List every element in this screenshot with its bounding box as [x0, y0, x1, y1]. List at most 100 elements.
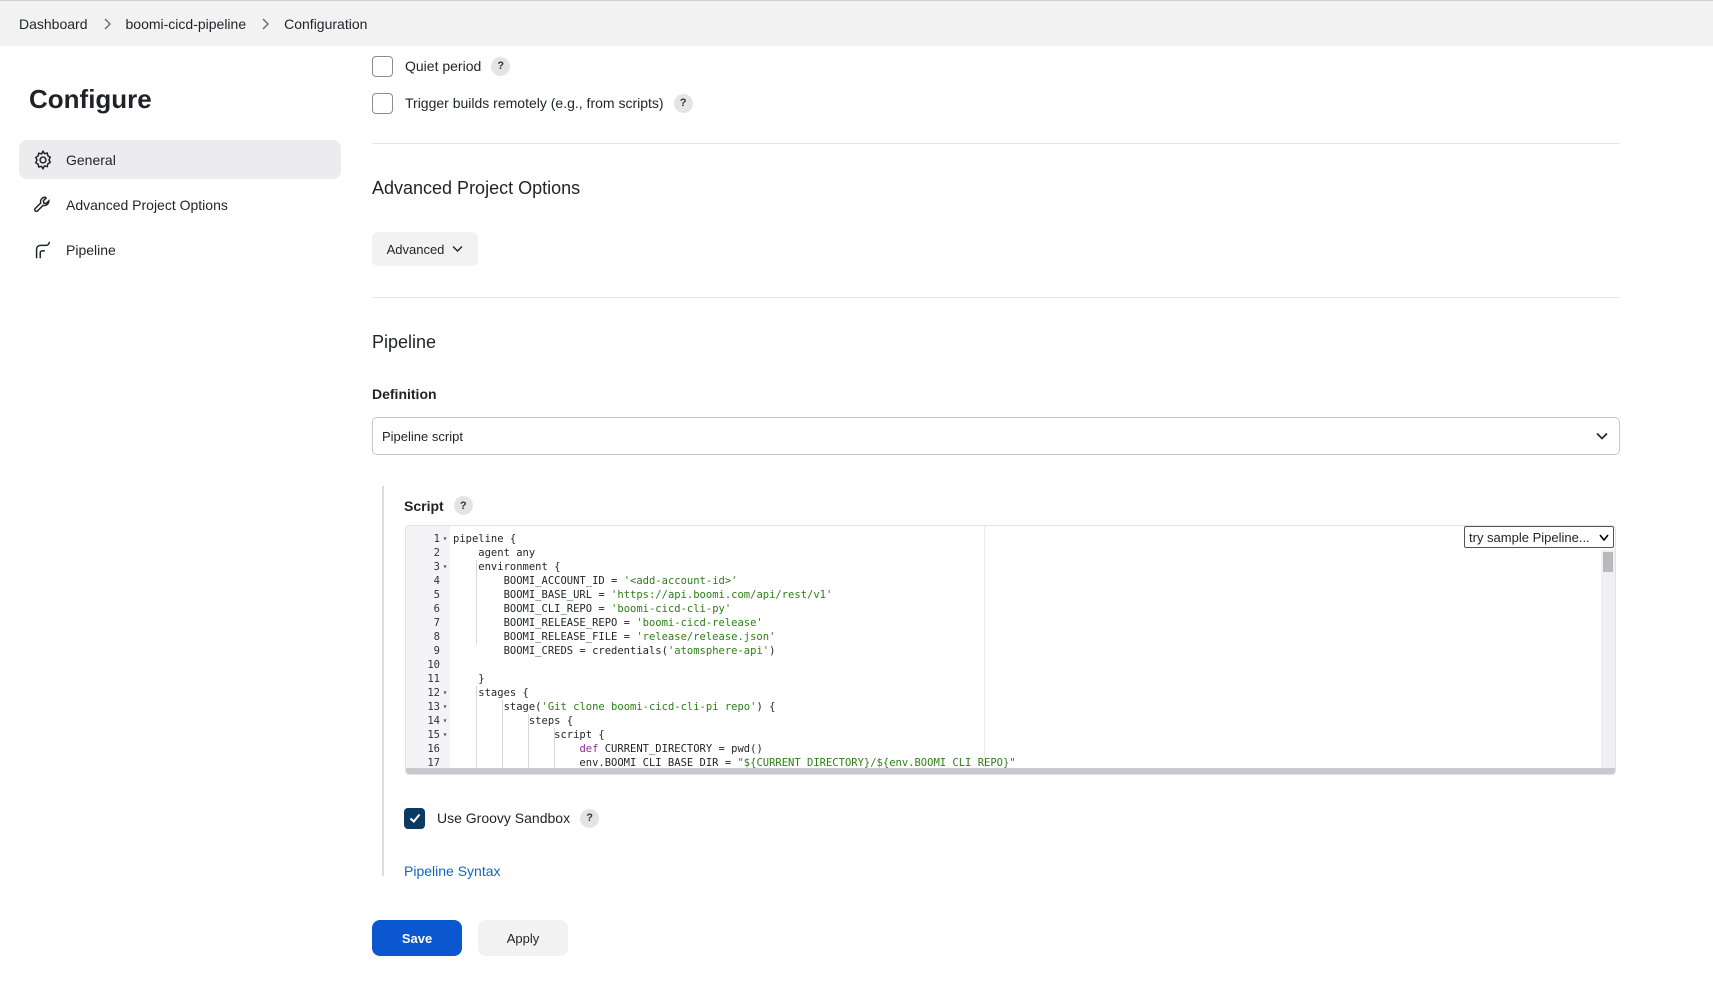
line-number: 6: [433, 603, 440, 615]
code-text: BOOMI_RELEASE_REPO = 'boomi-cicd-release…: [453, 617, 763, 629]
code-text: BOOMI_ACCOUNT_ID = '<add-account-id>': [453, 575, 738, 587]
line-number: 9: [433, 645, 440, 657]
breadcrumb-dashboard[interactable]: Dashboard: [19, 16, 88, 32]
divider: [372, 143, 1620, 144]
code-line: 2 agent any: [406, 546, 1606, 560]
code-line: 1 ▾ pipeline {: [406, 532, 1606, 546]
apply-button[interactable]: Apply: [478, 920, 568, 956]
sidebar-nav: General Advanced Project Options Pipelin…: [19, 140, 341, 269]
breadcrumb-configuration[interactable]: Configuration: [284, 16, 367, 32]
line-number: 16: [427, 743, 440, 755]
breadcrumb-job[interactable]: boomi-cicd-pipeline: [126, 16, 247, 32]
checkmark-icon: [409, 813, 420, 823]
script-label: Script: [404, 497, 444, 514]
code-line: 10: [406, 658, 1606, 672]
help-icon[interactable]: ?: [673, 93, 693, 113]
code-text: BOOMI_CLI_REPO = 'boomi-cicd-cli-py': [453, 603, 732, 615]
groovy-sandbox-row: Use Groovy Sandbox ?: [404, 806, 600, 830]
sidebar-item-advanced-project-options[interactable]: Advanced Project Options: [19, 185, 341, 224]
pipeline-title: Pipeline: [372, 332, 437, 352]
line-number: 4: [433, 575, 440, 587]
code-text: script {: [453, 729, 605, 741]
code-line: 7 BOOMI_RELEASE_REPO = 'boomi-cicd-relea…: [406, 616, 1606, 630]
code-line: 14 ▾ steps {: [406, 714, 1606, 728]
gear-icon: [32, 149, 54, 171]
divider: [372, 297, 1620, 298]
script-editor[interactable]: 1 ▾ pipeline {2 agent any 3 ▾ environment {4…: [405, 525, 1616, 775]
chevron-down-icon: [1599, 534, 1609, 542]
sidebar-item-pipeline[interactable]: Pipeline: [19, 230, 341, 269]
sample-pipeline-value: try sample Pipeline...: [1469, 529, 1590, 545]
quiet-period-label: Quiet period: [405, 58, 482, 74]
fold-arrow-icon[interactable]: ▾: [440, 728, 450, 742]
chevron-down-icon: [1596, 432, 1608, 440]
definition-select[interactable]: Pipeline script: [372, 417, 1620, 455]
page-title: Configure: [29, 84, 152, 114]
sidebar-item-label: Advanced Project Options: [66, 196, 228, 213]
help-icon[interactable]: ?: [453, 496, 473, 515]
code-text: pipeline {: [453, 533, 517, 545]
script-label-row: Script ?: [404, 496, 473, 515]
vertical-scrollbar[interactable]: [1601, 550, 1615, 768]
horizontal-scrollbar[interactable]: [406, 768, 1615, 774]
code-text: def CURRENT_DIRECTORY = pwd(): [579, 743, 763, 755]
pipeline-syntax-link[interactable]: Pipeline Syntax: [404, 863, 501, 879]
advanced-button[interactable]: Advanced: [372, 232, 478, 266]
line-number: 7: [433, 617, 440, 629]
sidebar-item-general[interactable]: General: [19, 140, 341, 179]
advanced-project-options-title: Advanced Project Options: [372, 178, 581, 198]
wrench-icon: [32, 194, 54, 216]
line-number: 3: [433, 561, 440, 573]
code-text: }: [453, 673, 485, 685]
code-text: steps {: [453, 715, 574, 727]
code-text: BOOMI_CREDS = credentials('atomsphere-ap…: [453, 645, 776, 657]
code-line: 13 ▾ stage('Git clone boomi-cicd-cli-pi r…: [406, 700, 1606, 714]
help-icon[interactable]: ?: [491, 56, 511, 76]
trigger-remote-row: Trigger builds remotely (e.g., from scri…: [372, 91, 693, 115]
pipeline-icon: [32, 239, 54, 261]
code-line: 4 BOOMI_ACCOUNT_ID = '<add-account-id>': [406, 574, 1606, 588]
code-line: 11 }: [406, 672, 1606, 686]
code-line: 15 ▾ script {: [406, 728, 1606, 742]
script-container: Script ? 1 ▾ pipeline {2 agent any 3 ▾ envir…: [382, 486, 1620, 879]
groovy-sandbox-checkbox[interactable]: [404, 807, 425, 829]
chevron-right-icon: [102, 18, 112, 30]
line-number: 1: [433, 533, 440, 545]
chevron-right-icon: [260, 18, 270, 30]
trigger-remote-checkbox[interactable]: [372, 92, 393, 114]
fold-arrow-icon[interactable]: ▾: [440, 532, 450, 546]
line-number: 13: [427, 701, 440, 713]
quiet-period-row: Quiet period ?: [372, 54, 511, 78]
breadcrumb: Dashboard boomi-cicd-pipeline Configurat…: [0, 0, 1713, 46]
code-line: 12 ▾ stages {: [406, 686, 1606, 700]
code-line: 6 BOOMI_CLI_REPO = 'boomi-cicd-cli-py': [406, 602, 1606, 616]
quiet-period-checkbox[interactable]: [372, 55, 393, 77]
code-line: 16 def CURRENT_DIRECTORY = pwd(): [406, 742, 1606, 756]
fold-arrow-icon[interactable]: ▾: [440, 700, 450, 714]
sidebar-item-label: Pipeline: [66, 241, 116, 258]
sample-pipeline-select[interactable]: try sample Pipeline...: [1464, 526, 1614, 548]
chevron-down-icon: [452, 246, 463, 252]
definition-select-value: Pipeline script: [382, 428, 463, 444]
scrollbar-thumb[interactable]: [1603, 552, 1613, 572]
fold-arrow-icon[interactable]: ▾: [440, 686, 450, 700]
code-line: 3 ▾ environment {: [406, 560, 1606, 574]
save-button[interactable]: Save: [372, 920, 462, 956]
groovy-sandbox-label: Use Groovy Sandbox: [437, 810, 571, 826]
line-number: 11: [427, 673, 440, 685]
fold-arrow-icon[interactable]: ▾: [440, 560, 450, 574]
code-line: 8 BOOMI_RELEASE_FILE = 'release/release.…: [406, 630, 1606, 644]
code-lines: 1 ▾ pipeline {2 agent any 3 ▾ environment {4…: [406, 532, 1606, 774]
fold-arrow-icon[interactable]: ▾: [440, 714, 450, 728]
sidebar-item-label: General: [66, 151, 116, 168]
definition-label: Definition: [372, 386, 437, 402]
help-icon[interactable]: ?: [580, 808, 600, 828]
